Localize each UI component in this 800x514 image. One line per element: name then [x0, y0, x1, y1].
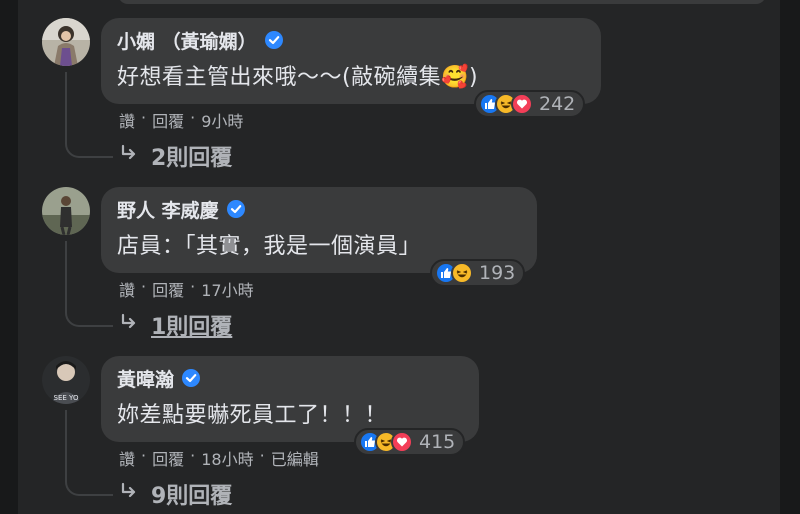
- view-replies-link[interactable]: 9則回覆: [119, 478, 232, 510]
- reply-arrow-icon: [119, 312, 139, 338]
- comment-text: 店員：「其實，我是一個演員」: [117, 234, 422, 259]
- thread-line: [65, 410, 67, 480]
- reply-button[interactable]: 回覆: [152, 108, 184, 132]
- thread-connector: [65, 480, 113, 496]
- reaction-count: 193: [479, 262, 516, 284]
- commenter-name[interactable]: 野人 李威慶: [117, 196, 219, 223]
- separator-dot: ·: [190, 277, 196, 296]
- verified-badge-icon: [264, 31, 283, 49]
- timestamp[interactable]: 9小時: [201, 108, 243, 132]
- previous-comment-bubble-edge: [118, 0, 766, 4]
- thread-connector: [65, 311, 113, 327]
- separator-dot: ·: [141, 446, 147, 465]
- reply-arrow-icon: [119, 481, 139, 507]
- separator-dot: ·: [190, 108, 196, 127]
- reaction-summary[interactable]: 193: [430, 259, 526, 287]
- commenter-name[interactable]: 黃暐瀚: [117, 365, 174, 392]
- svg-text:SEE YO: SEE YO: [54, 394, 79, 402]
- commenter-name[interactable]: 小嫻 （黃瑜嫻）: [117, 27, 257, 54]
- view-replies-link[interactable]: 1則回覆: [119, 309, 232, 341]
- avatar[interactable]: [42, 187, 90, 235]
- avatar[interactable]: [42, 18, 90, 66]
- thread-connector: [65, 142, 113, 158]
- timestamp[interactable]: 17小時: [201, 277, 253, 301]
- reply-arrow-icon: [119, 143, 139, 169]
- comment-actions: 讚 · 回覆 · 9小時: [119, 108, 243, 132]
- edited-label[interactable]: 已編輯: [271, 446, 319, 470]
- reaction-summary[interactable]: 242: [474, 90, 586, 118]
- thread-line: [65, 241, 67, 311]
- verified-badge-icon: [226, 200, 245, 218]
- verified-badge-icon: [182, 369, 201, 387]
- like-button[interactable]: 讚: [119, 108, 135, 132]
- reaction-count: 242: [539, 93, 576, 115]
- comment-actions: 讚 · 回覆 · 18小時 · 已編輯: [119, 446, 319, 470]
- separator-dot: ·: [141, 108, 147, 127]
- replies-count-label[interactable]: 9則回覆: [151, 478, 232, 510]
- haha-icon: [451, 262, 473, 284]
- like-button[interactable]: 讚: [119, 277, 135, 301]
- replies-count-label[interactable]: 2則回覆: [151, 140, 232, 172]
- avatar[interactable]: SEE YO: [42, 356, 90, 404]
- comment-actions: 讚 · 回覆 · 17小時: [119, 277, 254, 301]
- separator-dot: ·: [190, 446, 196, 465]
- reaction-summary[interactable]: 415: [354, 428, 466, 456]
- reaction-count: 415: [419, 431, 456, 453]
- thread-line: [65, 72, 67, 142]
- comment-text: 好想看主管出來哦～～(敲碗續集🥰): [117, 65, 479, 90]
- reply-button[interactable]: 回覆: [152, 277, 184, 301]
- separator-dot: ·: [141, 277, 147, 296]
- timestamp[interactable]: 18小時: [201, 446, 253, 470]
- love-icon: [391, 431, 413, 453]
- replies-count-label[interactable]: 1則回覆: [151, 309, 232, 341]
- love-icon: [511, 93, 533, 115]
- like-button[interactable]: 讚: [119, 446, 135, 470]
- comments-panel: 小嫻 （黃瑜嫻） 好想看主管出來哦～～(敲碗續集🥰) 242 讚 · 回覆 · …: [18, 0, 780, 514]
- separator-dot: ·: [259, 446, 265, 465]
- comment-text: 妳差點要嚇死員工了！！！: [117, 403, 388, 428]
- view-replies-link[interactable]: 2則回覆: [119, 140, 232, 172]
- reply-button[interactable]: 回覆: [152, 446, 184, 470]
